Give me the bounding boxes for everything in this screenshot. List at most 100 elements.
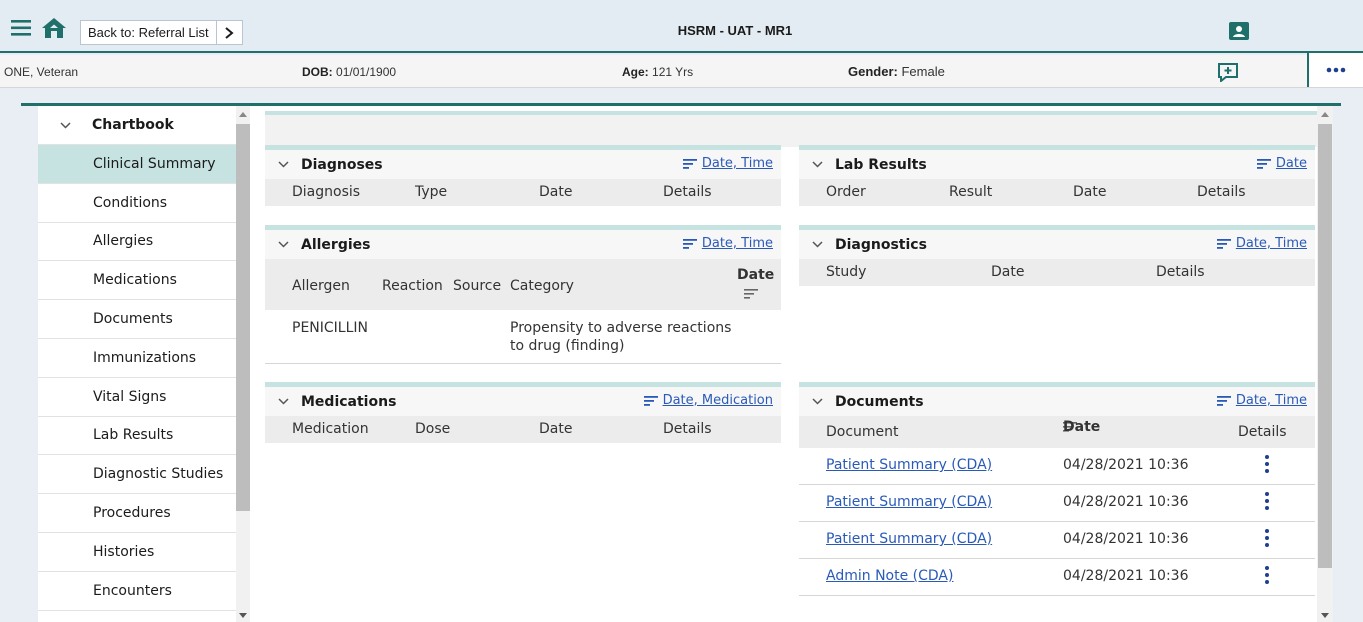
kebab-menu-icon[interactable] <box>1264 455 1270 477</box>
table-row: Admin Note (CDA) 04/28/2021 10:36 <box>799 559 1315 596</box>
age-value: 121 Yrs <box>652 65 694 79</box>
sidebar-item-allergies[interactable]: Allergies <box>38 221 236 261</box>
patient-banner: ONE, Veteran DOB: 01/01/1900 Age: 121 Yr… <box>0 53 1363 88</box>
document-date: 04/28/2021 10:36 <box>1063 494 1189 510</box>
sidebar-scroll-thumb[interactable] <box>236 124 250 511</box>
column-header: Details <box>1238 424 1287 440</box>
sort-icon[interactable] <box>744 289 758 299</box>
medications-title: Medications <box>301 393 397 410</box>
scroll-down-icon[interactable] <box>1321 613 1329 618</box>
app-title: HSRM - UAT - MR1 <box>677 23 793 38</box>
summary-header-strip <box>265 111 1317 147</box>
date-column-header[interactable]: Date <box>1063 419 1100 435</box>
gender-label: Gender: <box>848 64 898 79</box>
column-header: Source <box>453 278 502 294</box>
sidebar-item-conditions[interactable]: Conditions <box>38 182 236 222</box>
column-header: Details <box>1197 184 1246 200</box>
chevron-down-icon[interactable] <box>265 241 301 248</box>
document-link[interactable]: Admin Note (CDA) <box>826 568 953 584</box>
medications-column-headers: Medication Dose Date Details <box>265 416 781 443</box>
sidebar-scrollbar[interactable] <box>236 106 250 622</box>
document-link[interactable]: Patient Summary (CDA) <box>826 494 992 510</box>
date-column-label: Date <box>1063 419 1101 435</box>
gender-value: Female <box>901 64 945 79</box>
medications-sort-link[interactable]: Date, Medication <box>643 393 773 408</box>
medications-panel: Medications Date, Medication Medication … <box>265 382 781 450</box>
hamburger-icon[interactable] <box>10 17 32 39</box>
allergies-sort-label: Date, Time <box>701 236 773 251</box>
patient-age: Age: 121 Yrs <box>622 65 693 79</box>
column-header: Date <box>539 421 573 437</box>
sort-icon <box>643 395 658 406</box>
diagnostics-column-headers: Study Date Details <box>799 259 1315 286</box>
kebab-menu-icon[interactable] <box>1264 566 1270 588</box>
document-date: 04/28/2021 10:36 <box>1063 531 1189 547</box>
sidebar-item-lab-results[interactable]: Lab Results <box>38 415 236 455</box>
patient-dob: DOB: 01/01/1900 <box>302 65 396 79</box>
diagnostics-panel-header: Diagnostics Date, Time <box>799 225 1315 259</box>
documents-sort-link[interactable]: Date, Time <box>1216 393 1307 408</box>
document-link[interactable]: Patient Summary (CDA) <box>826 457 992 473</box>
documents-panel-header: Documents Date, Time <box>799 382 1315 416</box>
sidebar-item-encounters[interactable]: Encounters <box>38 570 236 610</box>
column-header: Dose <box>415 421 451 437</box>
diagnoses-sort-link[interactable]: Date, Time <box>682 156 773 171</box>
diagnostics-panel: Diagnostics Date, Time Study Date Detail… <box>799 225 1315 293</box>
documents-panel: Documents Date, Time Document Date Detai… <box>799 382 1315 602</box>
sidebar-item-documents[interactable]: Documents <box>38 299 236 338</box>
chevron-down-icon[interactable] <box>38 121 92 129</box>
chevron-down-icon[interactable] <box>799 398 835 405</box>
column-header: Allergen <box>292 278 350 294</box>
sort-icon <box>682 158 697 169</box>
kebab-menu-icon[interactable] <box>1264 529 1270 551</box>
allergen-value: PENICILLIN <box>292 320 368 336</box>
dob-value: 01/01/1900 <box>336 65 397 79</box>
chevron-down-icon[interactable] <box>799 241 835 248</box>
date-column-header[interactable]: Date <box>737 267 774 283</box>
sidebar-item-procedures[interactable]: Procedures <box>38 493 236 532</box>
back-to-referral-list-button[interactable]: Back to: Referral List <box>80 20 243 45</box>
lab-results-sort-label: Date <box>1275 156 1307 171</box>
chevron-right-icon[interactable] <box>215 21 242 44</box>
chevron-down-icon[interactable] <box>799 161 835 168</box>
diagnostics-sort-link[interactable]: Date, Time <box>1216 236 1307 251</box>
home-icon[interactable] <box>41 16 67 40</box>
column-header: Reaction <box>382 278 443 294</box>
main-scrollbar[interactable] <box>1317 106 1333 622</box>
column-header: Type <box>415 184 448 200</box>
more-options-button[interactable] <box>1307 53 1363 87</box>
chevron-down-icon[interactable] <box>265 161 301 168</box>
allergies-column-headers: Allergen Reaction Source Category Date <box>265 259 781 310</box>
sidebar-item-histories[interactable]: Histories <box>38 531 236 571</box>
diagnostics-sort-label: Date, Time <box>1235 236 1307 251</box>
chartbook-title: Chartbook <box>92 117 174 133</box>
sidebar-item-immunizations[interactable]: Immunizations <box>38 337 236 377</box>
kebab-menu-icon[interactable] <box>1264 492 1270 514</box>
scroll-up-icon[interactable] <box>239 112 247 117</box>
diagnostics-title: Diagnostics <box>835 236 927 253</box>
sidebar-item-clinical-summary[interactable]: Clinical Summary <box>38 144 236 183</box>
diagnoses-sort-label: Date, Time <box>701 156 773 171</box>
top-bar: Back to: Referral List HSRM - UAT - MR1 <box>0 0 1363 53</box>
medications-sort-label: Date, Medication <box>662 393 773 408</box>
column-header: Document <box>826 424 899 440</box>
chevron-down-icon[interactable] <box>265 398 301 405</box>
document-link[interactable]: Patient Summary (CDA) <box>826 531 992 547</box>
scroll-up-icon[interactable] <box>1321 112 1329 117</box>
sidebar-item-vital-signs[interactable]: Vital Signs <box>38 376 236 416</box>
ellipsis-icon <box>1326 67 1346 73</box>
lab-results-sort-link[interactable]: Date <box>1256 156 1307 171</box>
sidebar-item-next[interactable] <box>38 609 236 622</box>
chartbook-section-header[interactable]: Chartbook <box>38 106 236 144</box>
allergies-panel: Allergies Date, Time Allergen Reaction S… <box>265 225 781 370</box>
table-row: PENICILLIN Propensity to adverse reactio… <box>265 310 781 364</box>
sidebar-item-medications[interactable]: Medications <box>38 260 236 299</box>
column-header: Order <box>826 184 866 200</box>
column-header: Details <box>663 421 712 437</box>
allergies-sort-link[interactable]: Date, Time <box>682 236 773 251</box>
scroll-down-icon[interactable] <box>239 613 247 618</box>
main-scroll-thumb[interactable] <box>1318 124 1332 568</box>
profile-card-icon[interactable] <box>1229 22 1249 40</box>
sidebar-item-diagnostic-studies[interactable]: Diagnostic Studies <box>38 454 236 493</box>
add-comment-icon[interactable] <box>1217 62 1239 82</box>
